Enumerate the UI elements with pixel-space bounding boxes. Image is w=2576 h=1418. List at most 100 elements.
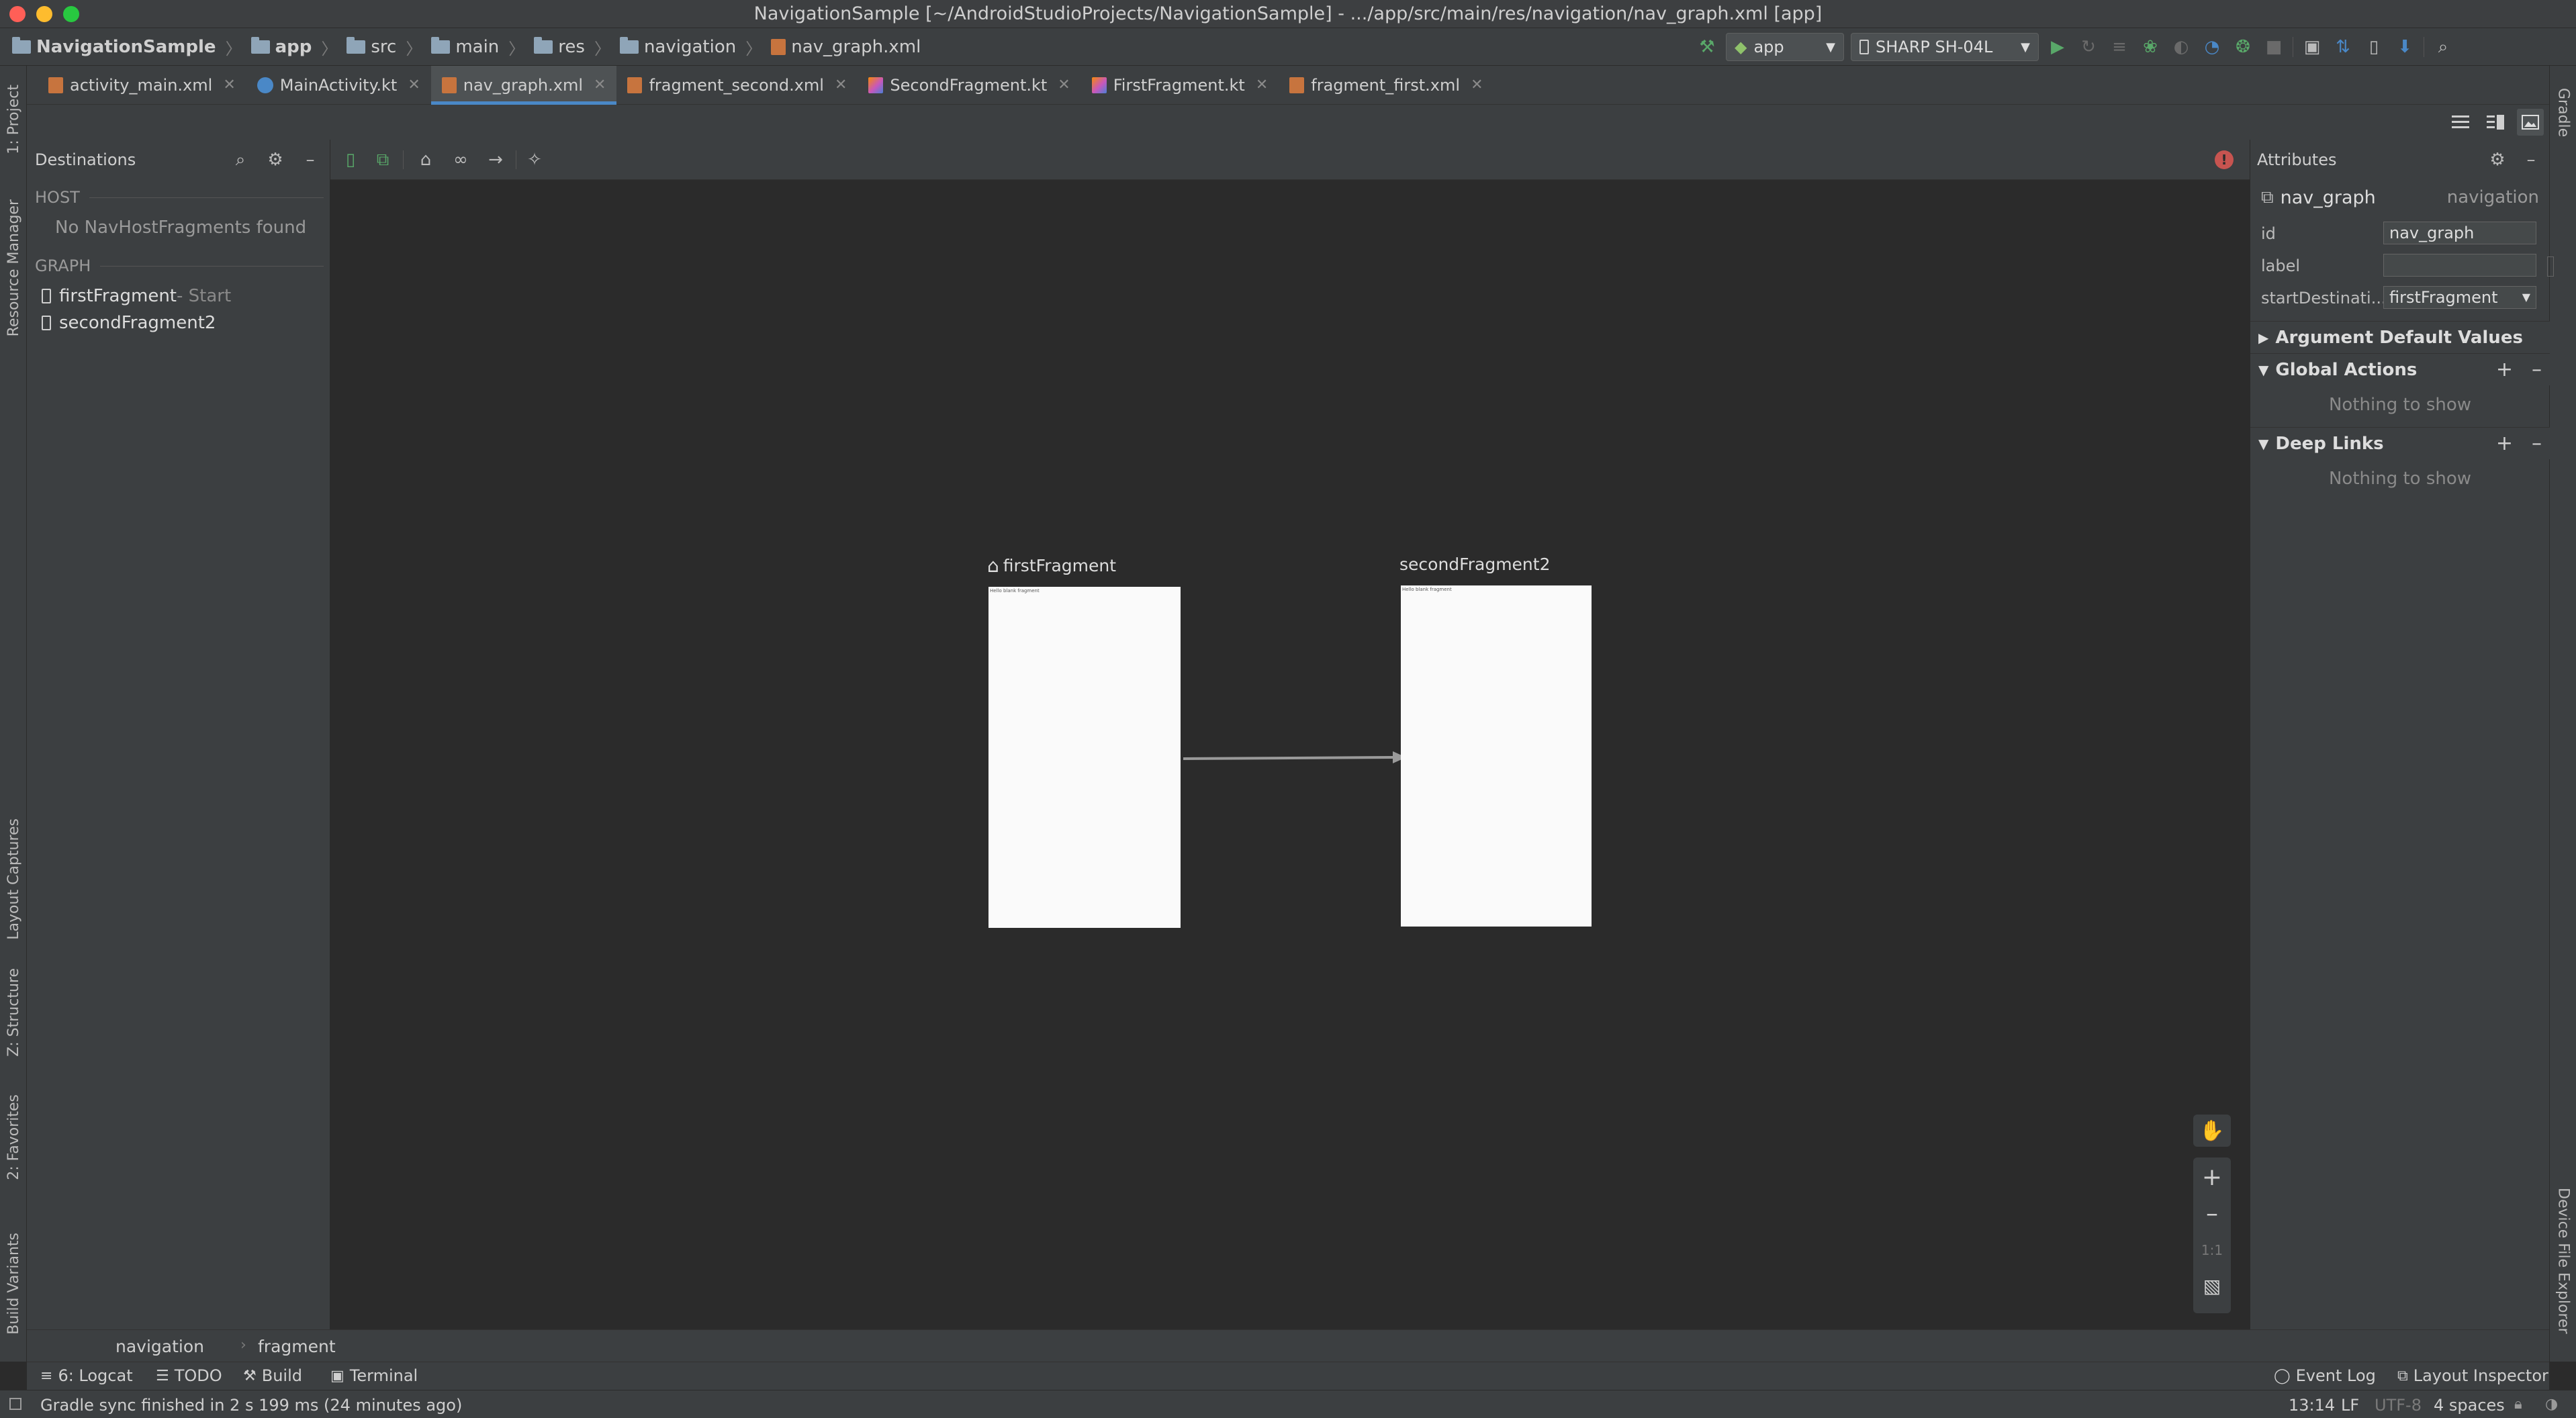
device-select[interactable]: SHARP SH-04L ▼ (1851, 33, 2039, 61)
layout-captures-tool-tab[interactable]: Layout Captures (0, 788, 27, 970)
breadcrumb-fragment[interactable]: fragment (258, 1337, 336, 1356)
layout-inspector-tool-tab[interactable]: ⧉ Layout Inspector (2397, 1366, 2548, 1385)
todo-tool-tab[interactable]: ☰ TODO (156, 1366, 222, 1385)
tab-firstfragment-kt[interactable]: FirstFragment.kt ✕ (1081, 66, 1279, 105)
search-icon[interactable]: ⌕ (228, 148, 252, 172)
attach-debugger-icon[interactable]: ❂ (2231, 35, 2255, 59)
design-view-icon[interactable] (2517, 109, 2544, 136)
new-destination-icon[interactable]: ▯ (338, 148, 363, 172)
deep-links-section[interactable]: ▼ Deep Links + – (2250, 427, 2550, 459)
zoom-to-fit-icon[interactable]: ▧ (2203, 1273, 2221, 1300)
hand-icon: ✋ (2199, 1119, 2225, 1143)
crumb-nav-graph[interactable]: nav_graph.xml (771, 37, 921, 57)
graph-section-header: GRAPH (35, 256, 324, 275)
resource-manager-tool-tab[interactable]: Resource Manager (0, 184, 27, 352)
close-icon[interactable]: ✕ (1471, 77, 1483, 93)
close-icon[interactable]: ✕ (408, 77, 420, 93)
graph-item-firstfragment[interactable]: firstFragment - Start (42, 286, 231, 306)
tab-fragment-second-xml[interactable]: fragment_second.xml ✕ (616, 66, 858, 105)
tab-fragment-first-xml[interactable]: fragment_first.xml ✕ (1279, 66, 1493, 105)
close-icon[interactable]: ✕ (835, 77, 847, 93)
auto-arrange-icon[interactable]: ✧ (522, 148, 547, 172)
crumb-project[interactable]: NavigationSample (12, 37, 216, 57)
tab-activity-main-xml[interactable]: activity_main.xml ✕ (38, 66, 246, 105)
start-destination-select[interactable]: firstFragment ▼ (2383, 286, 2536, 309)
tab-mainactivity-kt[interactable]: MainActivity.kt ✕ (246, 66, 431, 105)
run-config-select[interactable]: ◆ app ▼ (1726, 33, 1844, 61)
crumb-main[interactable]: main (431, 37, 499, 57)
nested-graph-icon[interactable]: ⧉ (371, 148, 395, 172)
gradle-tool-tab[interactable]: Gradle (2550, 73, 2576, 153)
hammer-icon[interactable]: ⚒ (1695, 35, 1719, 59)
event-log-tool-tab[interactable]: ◯ Event Log (2274, 1366, 2376, 1385)
status-message[interactable]: Gradle sync finished in 2 s 199 ms (24 m… (40, 1396, 462, 1415)
action-arrow[interactable] (1181, 744, 1410, 771)
profile-icon[interactable]: ◔ (2200, 35, 2224, 59)
indent-setting[interactable]: 4 spaces (2434, 1396, 2505, 1415)
avd-manager-icon[interactable]: ▯ (2362, 35, 2386, 59)
code-view-icon[interactable] (2447, 109, 2474, 136)
lock-icon[interactable]: 🔒︎ (2514, 1396, 2522, 1413)
breadcrumb-navigation[interactable]: navigation (116, 1337, 204, 1356)
device-file-explorer-tool-tab[interactable]: Device File Explorer (2550, 1174, 2576, 1348)
hide-panel-icon[interactable]: – (298, 148, 322, 172)
resource-picker-button[interactable] (2547, 256, 2554, 277)
crumb-src[interactable]: src (347, 37, 396, 57)
tab-secondfragment-kt[interactable]: SecondFragment.kt ✕ (858, 66, 1080, 105)
terminal-tool-tab[interactable]: ▣ Terminal (330, 1366, 418, 1385)
crumb-app[interactable]: app (250, 37, 312, 57)
zoom-out-icon[interactable]: – (2206, 1200, 2218, 1227)
zoom-in-icon[interactable]: + (2202, 1164, 2222, 1191)
global-actions-section[interactable]: ▼ Global Actions + – (2250, 353, 2550, 385)
coverage-icon[interactable]: ◐ (2169, 35, 2193, 59)
project-tool-tab[interactable]: 1: Project (0, 73, 27, 167)
deep-link-icon[interactable]: ∞ (449, 148, 473, 172)
project-structure-icon[interactable]: ▣ (2300, 35, 2324, 59)
add-icon[interactable]: + (2496, 432, 2513, 455)
gear-icon[interactable]: ⚙ (2485, 148, 2510, 172)
graph-item-secondfragment2[interactable]: secondFragment2 (42, 313, 216, 333)
toggle-tool-windows-icon[interactable] (9, 1398, 21, 1410)
add-action-icon[interactable]: → (484, 148, 508, 172)
zoom-actual-size-button[interactable]: 1:1 (2201, 1237, 2223, 1264)
crumb-navigation[interactable]: navigation (619, 37, 736, 57)
favorites-tool-tab[interactable]: 2: Favorites (0, 1077, 27, 1198)
line-separator[interactable]: LF (2341, 1396, 2359, 1415)
id-field[interactable]: nav_graph (2383, 222, 2536, 244)
argument-default-values-section[interactable]: ▶ Argument Default Values (2250, 321, 2550, 353)
pan-control[interactable]: ✋ (2193, 1115, 2231, 1147)
build-variants-tool-tab[interactable]: Build Variants (0, 1217, 27, 1351)
run-icon[interactable]: ▶ (2045, 35, 2070, 59)
secondfragment2-preview[interactable]: Hello blank fragment (1401, 585, 1592, 927)
split-view-icon[interactable] (2482, 109, 2509, 136)
firstfragment-preview[interactable]: Hello blank fragment (988, 587, 1181, 928)
sdk-manager-icon[interactable]: ⬇ (2393, 35, 2417, 59)
label-field[interactable] (2383, 254, 2536, 277)
stop-icon[interactable]: ■ (2262, 35, 2286, 59)
build-tool-tab[interactable]: ⚒ Build (243, 1366, 302, 1385)
logcat-tool-tab[interactable]: ≡ 6: Logcat (40, 1366, 133, 1385)
caret-position[interactable]: 13:14 (2289, 1396, 2335, 1415)
close-icon[interactable]: ✕ (594, 77, 606, 93)
error-icon[interactable]: ! (2215, 150, 2234, 169)
search-icon[interactable]: ⌕ (2431, 35, 2455, 59)
debug-icon[interactable]: ❀ (2138, 35, 2162, 59)
apply-code-changes-icon[interactable]: ≡ (2107, 35, 2131, 59)
structure-tool-tab[interactable]: Z: Structure (0, 952, 27, 1073)
remove-icon[interactable]: – (2532, 432, 2542, 455)
apply-changes-icon[interactable]: ↻ (2076, 35, 2101, 59)
gear-icon[interactable]: ⚙ (263, 148, 287, 172)
sync-gradle-icon[interactable]: ⇅ (2331, 35, 2355, 59)
navigation-design-canvas[interactable]: ▯ ⧉ ⌂ ∞ → ✧ ! ⌂ firstFragment Hello blan… (330, 140, 2250, 1329)
inspector-icon[interactable]: ◑ (2545, 1396, 2558, 1413)
close-icon[interactable]: ✕ (1058, 77, 1070, 93)
hide-panel-icon[interactable]: – (2519, 148, 2543, 172)
remove-icon[interactable]: – (2532, 358, 2542, 381)
close-icon[interactable]: ✕ (223, 77, 235, 93)
crumb-res[interactable]: res (534, 37, 585, 57)
file-encoding[interactable]: UTF-8 (2375, 1396, 2422, 1415)
add-icon[interactable]: + (2496, 358, 2513, 381)
tab-nav-graph-xml[interactable]: nav_graph.xml ✕ (430, 65, 617, 105)
home-icon[interactable]: ⌂ (414, 148, 438, 172)
close-icon[interactable]: ✕ (1256, 77, 1268, 93)
